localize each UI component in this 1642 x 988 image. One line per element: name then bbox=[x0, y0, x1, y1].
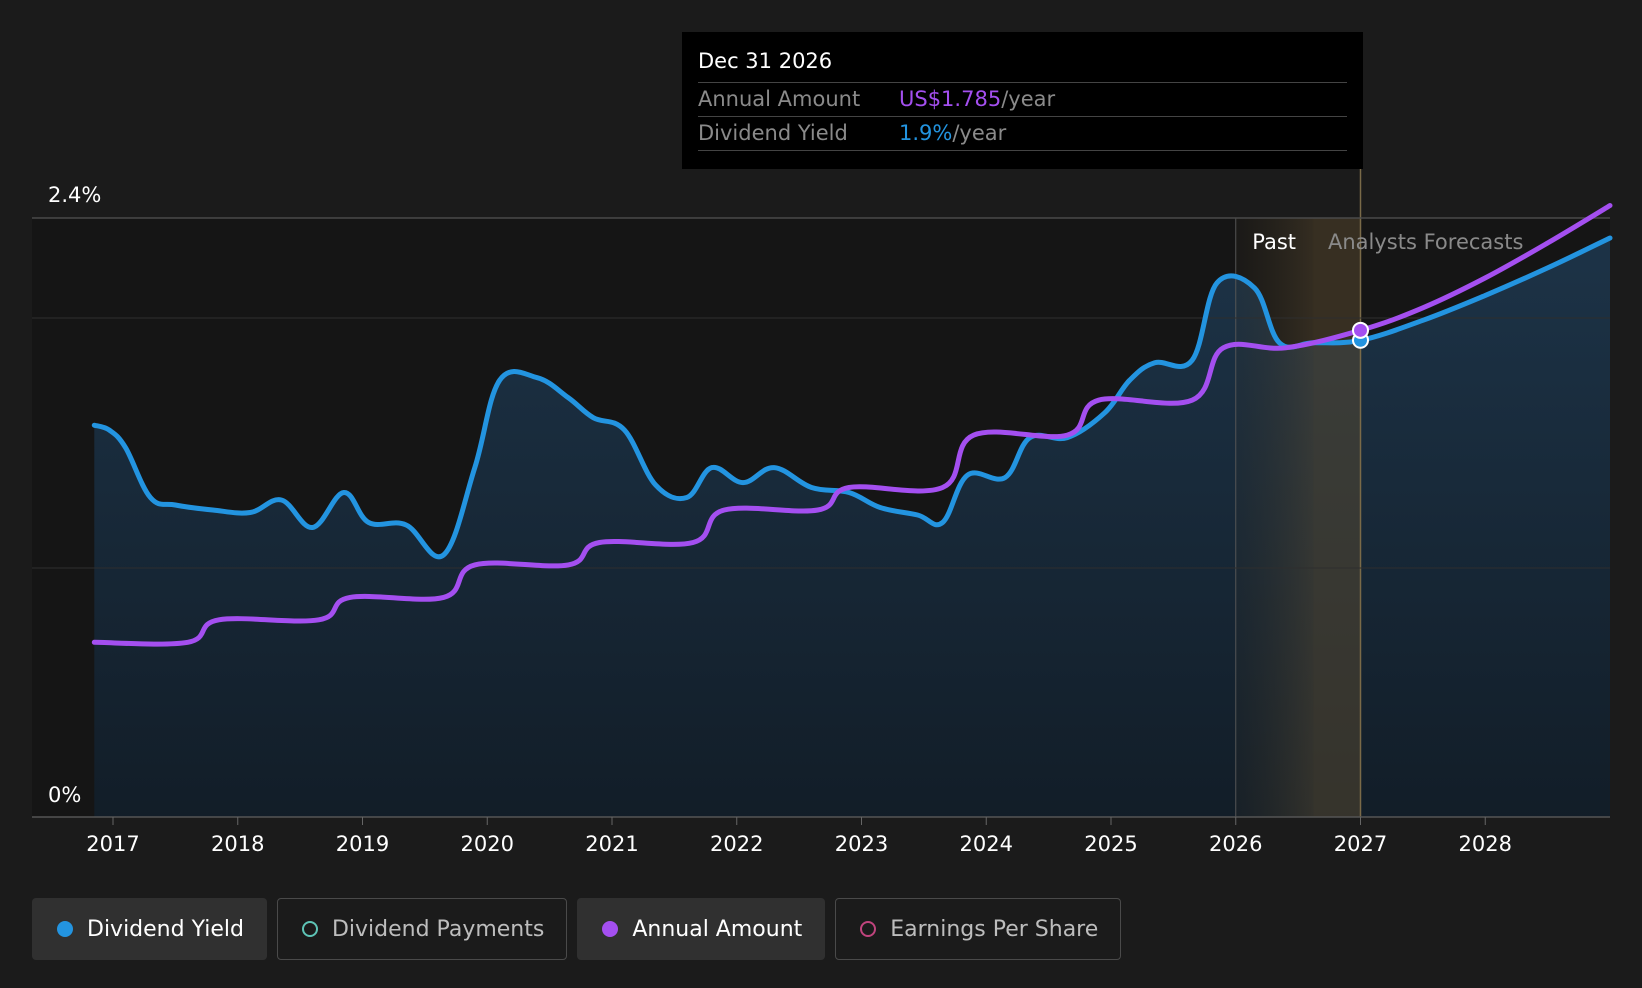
x-tick-label: 2023 bbox=[835, 832, 888, 856]
x-tick-label: 2021 bbox=[585, 832, 638, 856]
forecast-highlight-band bbox=[1313, 218, 1361, 817]
forecast-label: Analysts Forecasts bbox=[1328, 230, 1523, 254]
x-tick-label: 2028 bbox=[1459, 832, 1512, 856]
chart-legend: Dividend Yield Dividend Payments Annual … bbox=[32, 898, 1122, 960]
legend-earnings-per-share[interactable]: Earnings Per Share bbox=[835, 898, 1122, 960]
legend-annual-amount[interactable]: Annual Amount bbox=[577, 898, 826, 960]
chart-tooltip: Dec 31 2026 Annual Amount US$1.785 /year… bbox=[682, 32, 1363, 169]
past-region-band bbox=[1235, 218, 1314, 817]
earnings-per-share-ring-icon bbox=[860, 921, 877, 937]
tooltip-unit: /year bbox=[952, 121, 1007, 145]
legend-label: Dividend Payments bbox=[331, 916, 545, 942]
y-tick-label-bottom: 0% bbox=[48, 783, 81, 807]
x-tick-label: 2025 bbox=[1084, 832, 1137, 856]
legend-label: Annual Amount bbox=[632, 916, 803, 942]
tooltip-value: US$1.785 bbox=[899, 87, 1002, 111]
tooltip-row-dividend-yield: Dividend Yield 1.9% /year bbox=[698, 116, 1347, 151]
past-label: Past bbox=[1252, 230, 1296, 254]
legend-dividend-payments[interactable]: Dividend Payments bbox=[276, 898, 568, 960]
annual-amount-dot-icon bbox=[602, 921, 619, 937]
y-tick-label-top: 2.4% bbox=[48, 183, 101, 207]
legend-dividend-yield[interactable]: Dividend Yield bbox=[32, 898, 267, 960]
x-tick-label: 2027 bbox=[1334, 832, 1387, 856]
x-tick-label: 2026 bbox=[1209, 832, 1262, 856]
tooltip-label: Dividend Yield bbox=[698, 121, 848, 145]
x-tick-label: 2018 bbox=[211, 832, 264, 856]
legend-label: Earnings Per Share bbox=[890, 916, 1099, 942]
x-tick-label: 2017 bbox=[86, 832, 139, 856]
tooltip-label: Annual Amount bbox=[698, 87, 861, 111]
x-tick-label: 2022 bbox=[710, 832, 763, 856]
x-tick-label: 2020 bbox=[461, 832, 514, 856]
x-tick-label: 2019 bbox=[336, 832, 389, 856]
tooltip-value: 1.9% bbox=[899, 121, 953, 145]
tooltip-unit: /year bbox=[1001, 87, 1056, 111]
tooltip-row-annual-amount: Annual Amount US$1.785 /year bbox=[698, 82, 1347, 116]
x-tick-label: 2024 bbox=[960, 832, 1013, 856]
dividend-yield-dot-icon bbox=[57, 921, 73, 937]
dividend-payments-ring-icon bbox=[301, 921, 318, 937]
legend-label: Dividend Yield bbox=[87, 916, 244, 942]
tooltip-date: Dec 31 2026 bbox=[698, 49, 833, 73]
annual-amount-marker bbox=[1352, 321, 1369, 339]
